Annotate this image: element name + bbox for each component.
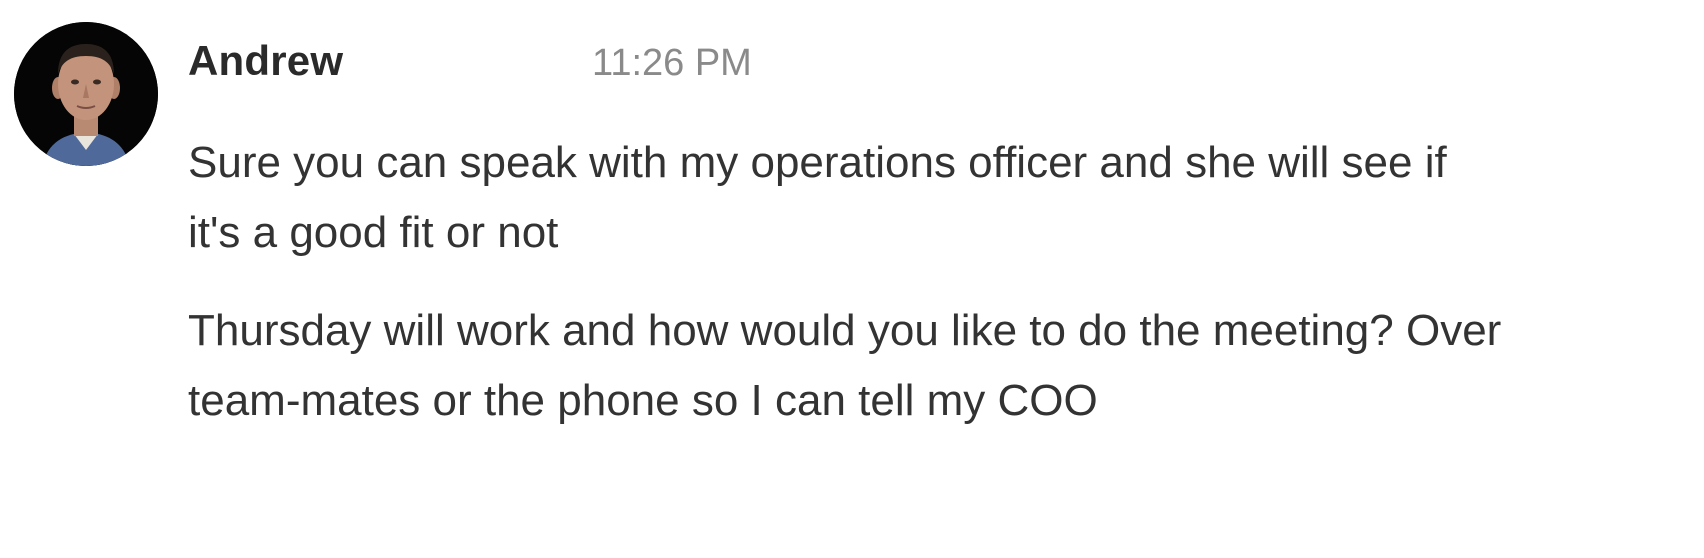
sender-name[interactable]: Andrew [188,36,343,86]
message-timestamp: 11:26 PM [592,42,752,84]
message-paragraph: Thursday will work and how would you lik… [188,306,1502,425]
chat-message: Andrew 11:26 PM Sure you can speak with … [0,0,1704,558]
user-avatar-icon [14,22,158,166]
avatar[interactable] [14,22,158,166]
message-body: Sure you can speak with my operations of… [188,128,1508,464]
message-paragraph: Sure you can speak with my operations of… [188,138,1447,257]
